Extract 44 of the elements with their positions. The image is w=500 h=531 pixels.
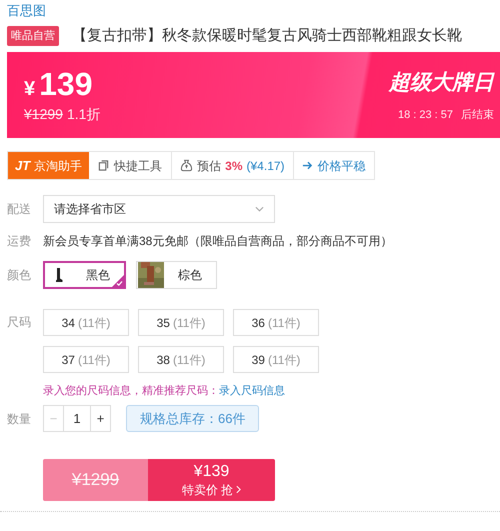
field-label: 数量 (7, 410, 32, 428)
event-title: 超级大牌日 (389, 70, 494, 96)
region-select[interactable]: 请选择省市区 (43, 195, 275, 223)
size-option[interactable]: 38 (11件) (138, 346, 224, 373)
arrow-right-icon (302, 160, 313, 171)
logo-icon: JT (15, 156, 30, 176)
field-label: 运费 (7, 233, 32, 250)
badge: 唯品自营 (7, 26, 59, 46)
currency-symbol: ¥ (24, 76, 36, 102)
rebate-amount: (¥4.17) (246, 158, 285, 174)
field-label: 颜色 (7, 267, 32, 284)
boot-icon (55, 268, 63, 282)
copy-icon (98, 160, 110, 171)
sale-price: 139 (39, 66, 93, 102)
stock-badge: 规格总库存：66件 (126, 405, 260, 432)
color-option[interactable]: 黑色 (43, 261, 126, 289)
shipping-info: 新会员专享首单满38元免邮（限唯品自营商品，部分商品不可用） (43, 233, 392, 250)
estimate-button[interactable]: 预估 3% (¥4.17) (172, 152, 294, 179)
original-price-panel: ¥1299 (43, 459, 148, 501)
size-option[interactable]: 37 (11件) (43, 346, 129, 373)
buy-button[interactable]: ¥139 特卖价 抢 (148, 459, 275, 501)
check-icon (112, 275, 124, 287)
size-info-link[interactable]: 录入尺码信息 (219, 383, 285, 400)
countdown-label: 后结束 (461, 108, 494, 122)
estimate-label: 预估 (197, 158, 222, 174)
field-label: 配送 (7, 201, 32, 218)
original-price: ¥1299 (24, 104, 63, 124)
chevron-right-icon (236, 485, 242, 494)
money-bag-icon (180, 159, 194, 172)
size-option[interactable]: 35 (11件) (138, 309, 224, 336)
brand-link[interactable]: 百思图 (7, 1, 46, 21)
product-title: 【复古扣带】秋冬款保暖时髦复古风骑士西部靴粗跟女长靴 (72, 26, 462, 46)
rebate-rate: 3% (225, 158, 243, 174)
color-option[interactable]: 棕色 (136, 261, 217, 289)
size-option[interactable]: 36 (11件) (233, 309, 319, 336)
countdown-timer: 18 : 23 : 57 (398, 108, 453, 122)
price-trend-button[interactable]: 价格平稳 (294, 152, 374, 179)
discount-label: 1.1折 (66, 104, 100, 124)
size-hint: 录入您的尺码信息，精准推荐尺码： (43, 384, 219, 400)
size-option[interactable]: 39 (11件) (233, 346, 319, 373)
size-option[interactable]: 34 (11件) (43, 309, 129, 336)
field-label: 尺码 (7, 314, 32, 331)
tools-button[interactable]: 快捷工具 (89, 152, 172, 179)
chevron-down-icon (255, 206, 264, 212)
